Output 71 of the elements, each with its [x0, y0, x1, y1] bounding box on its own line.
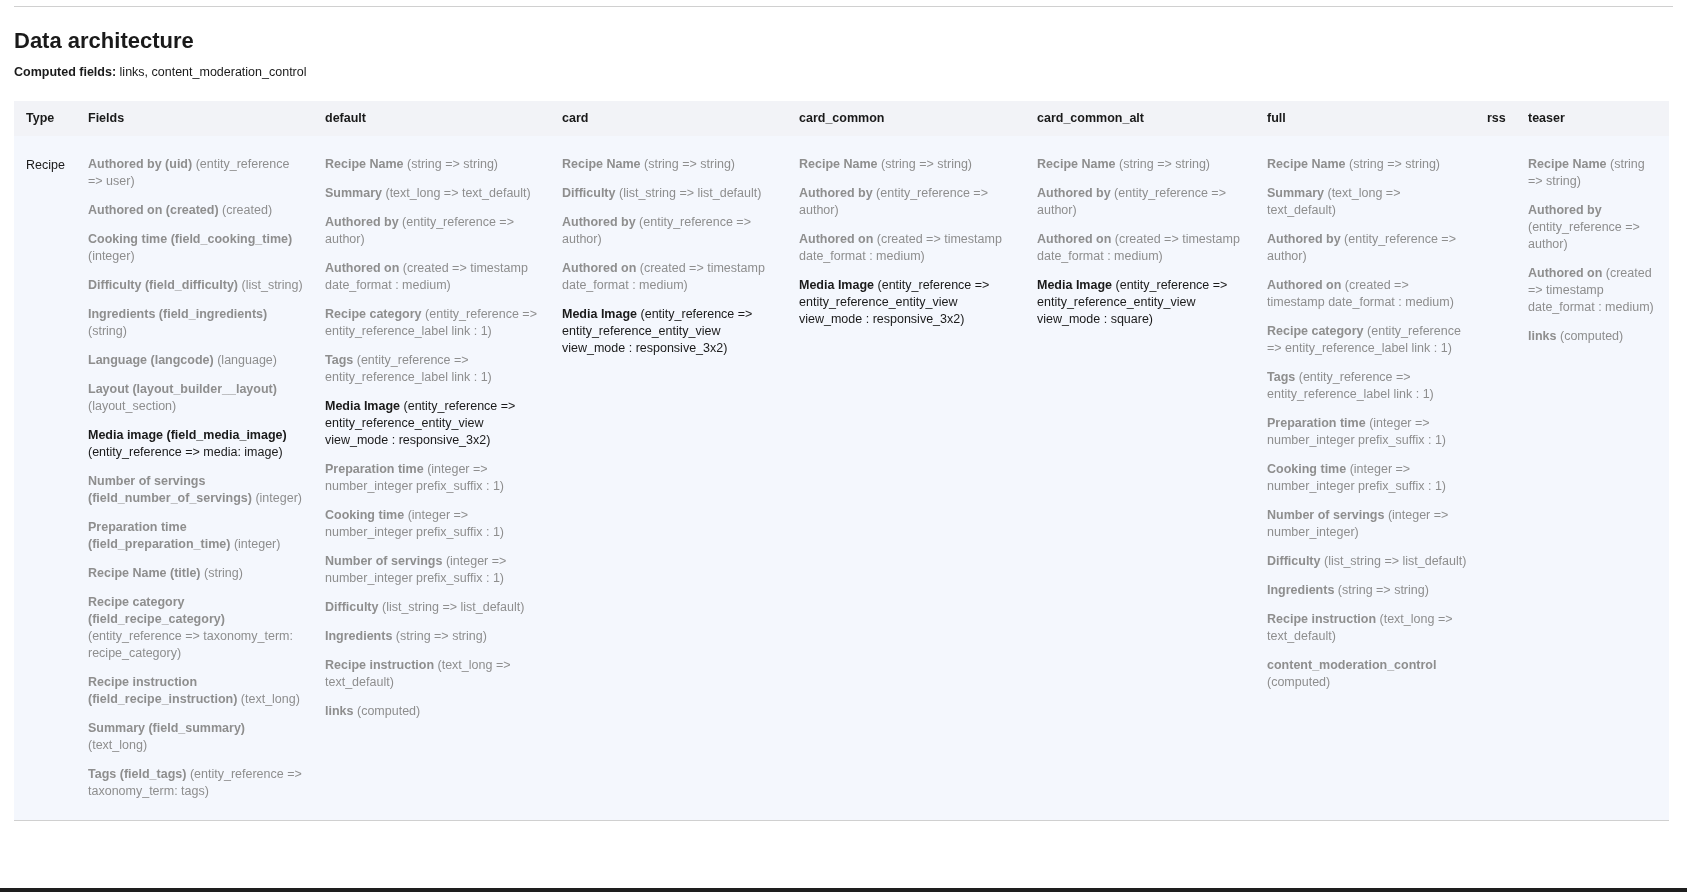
- field-entry: links (computed): [1528, 327, 1625, 345]
- column-header: card: [562, 110, 589, 125]
- field-entry: Authored on (created) (created): [88, 201, 274, 219]
- field-entry: Tags (entity_reference => entity_reference_label link : 1): [1267, 368, 1435, 403]
- field-entry: Layout (layout_builder__layout) (layout_section): [88, 380, 278, 415]
- field-entry: Cooking time (integer => number_integer prefix_suffix : 1): [325, 506, 506, 541]
- field-entry: Summary (field_summary) (text_long): [88, 719, 246, 754]
- field-entry: Recipe Name (string => string): [1528, 155, 1646, 190]
- field-entry: Preparation time (integer => number_integer prefix_suffix : 1): [1267, 414, 1448, 449]
- field-entry: Ingredients (string => string): [325, 627, 488, 645]
- field-entry: Preparation time (field_preparation_time) (integer): [88, 518, 282, 553]
- field-entry: Recipe Name (string => string): [1267, 155, 1441, 173]
- column-header: teaser: [1528, 110, 1565, 125]
- field-entry: Media Image (entity_reference => entity_reference_entity_view view_mode : responsive_3x2): [799, 276, 991, 328]
- column-header: card_common_alt: [1037, 110, 1144, 125]
- field-entry: links (computed): [325, 702, 422, 720]
- field-entry: Authored on (created => timestamp date_format : medium): [1037, 230, 1241, 265]
- field-entry: content_moderation_control (computed): [1267, 656, 1438, 691]
- column-header: Type: [26, 110, 55, 125]
- field-entry: Media Image (entity_reference => entity_reference_entity_view view_mode : responsive_3x2): [562, 305, 754, 357]
- field-entry: Recipe category (entity_reference => entity_reference_label link : 1): [325, 305, 538, 340]
- field-entry: Authored by (entity_reference => author): [799, 184, 989, 219]
- field-entry: Recipe instruction (field_recipe_instruction) (text_long): [88, 673, 301, 708]
- field-entry: Summary (text_long => text_default): [325, 184, 532, 202]
- field-entry: Authored on (created => timestamp date_format : medium): [562, 259, 766, 294]
- field-entry: Media Image (entity_reference => entity_reference_entity_view view_mode : responsive_3x2): [325, 397, 517, 449]
- field-entry: Authored on (created => timestamp date_format : medium): [1267, 276, 1455, 311]
- type-cell: Recipe: [26, 157, 65, 172]
- column-header: Fields: [88, 110, 125, 125]
- field-entry: Language (langcode) (language): [88, 351, 278, 369]
- field-entry: Recipe instruction (text_long => text_default): [325, 656, 512, 691]
- field-entry: Tags (field_tags) (entity_reference => taxonomy_term: tags): [88, 765, 303, 800]
- field-entry: Tags (entity_reference => entity_reference_label link : 1): [325, 351, 493, 386]
- field-entry: Recipe category (entity_reference => entity_reference_label link : 1): [1267, 322, 1462, 357]
- field-entry: Recipe Name (string => string): [1037, 155, 1211, 173]
- field-entry: Authored by (entity_reference => author): [1528, 201, 1641, 253]
- field-entry: Media Image (entity_reference => entity_reference_entity_view view_mode : square): [1037, 276, 1229, 328]
- field-entry: Number of servings (field_number_of_servings) (integer): [88, 472, 303, 507]
- field-entry: Ingredients (string => string): [1267, 581, 1430, 599]
- field-entry: Recipe instruction (text_long => text_default): [1267, 610, 1454, 645]
- field-entry: Authored by (entity_reference => author): [562, 213, 752, 248]
- field-entry: Recipe Name (title) (string): [88, 564, 244, 582]
- field-entry: Number of servings (integer => number_integer prefix_suffix : 1): [325, 552, 508, 587]
- column-header: card_common: [799, 110, 885, 125]
- field-entry: Difficulty (list_string => list_default): [562, 184, 763, 202]
- field-entry: Difficulty (list_string => list_default): [1267, 552, 1467, 570]
- page-title: Data architecture: [14, 27, 195, 55]
- field-entry: Number of servings (integer => number_integer): [1267, 506, 1450, 541]
- field-entry: Preparation time (integer => number_integer prefix_suffix : 1): [325, 460, 506, 495]
- field-entry: Recipe category (field_recipe_category) (entity_reference => taxonomy_term: recipe_category): [88, 593, 294, 662]
- field-entry: Difficulty (field_difficulty) (list_string): [88, 276, 304, 294]
- field-entry: Difficulty (list_string => list_default): [325, 598, 526, 616]
- field-entry: Ingredients (field_ingredients) (string): [88, 305, 269, 340]
- field-entry: Authored by (entity_reference => author): [325, 213, 515, 248]
- field-entry: Recipe Name (string => string): [562, 155, 736, 173]
- field-entry: Summary (text_long => text_default): [1267, 184, 1402, 219]
- field-entry: Authored on (created => timestamp date_format : medium): [799, 230, 1003, 265]
- field-entry: Recipe Name (string => string): [799, 155, 973, 173]
- field-entry: Authored on (created => timestamp date_format : medium): [1528, 264, 1655, 316]
- field-entry: Authored by (uid) (entity_reference => user): [88, 155, 291, 190]
- computed-fields-text: Computed fields: links, content_moderation_control: [14, 64, 308, 81]
- column-header: default: [325, 110, 366, 125]
- field-entry: Authored by (entity_reference => author): [1037, 184, 1227, 219]
- column-header: full: [1267, 110, 1286, 125]
- field-entry: Cooking time (integer => number_integer prefix_suffix : 1): [1267, 460, 1448, 495]
- field-entry: Authored by (entity_reference => author): [1267, 230, 1457, 265]
- column-header: rss: [1487, 110, 1506, 125]
- field-entry: Media image (field_media_image) (entity_reference => media: image): [88, 426, 288, 461]
- field-entry: Recipe Name (string => string): [325, 155, 499, 173]
- field-entry: Authored on (created => timestamp date_format : medium): [325, 259, 529, 294]
- field-entry: Cooking time (field_cooking_time) (integer): [88, 230, 294, 265]
